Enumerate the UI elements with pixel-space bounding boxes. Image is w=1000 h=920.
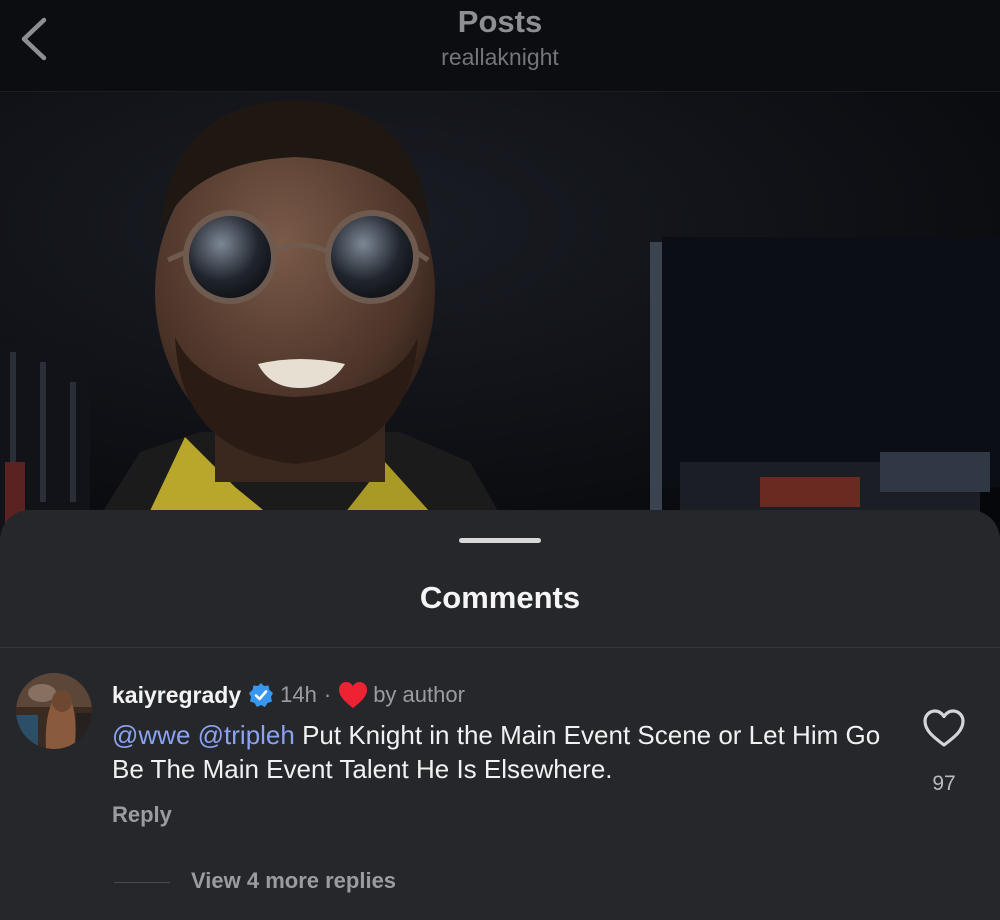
comment-username[interactable]: kaiyregrady <box>112 682 241 709</box>
separator-dot: · <box>323 682 332 707</box>
reply-button[interactable]: Reply <box>112 802 172 828</box>
comments-title: Comments <box>419 580 581 615</box>
liked-by-author-label: by author <box>373 682 465 707</box>
avatar[interactable] <box>16 673 92 749</box>
comments-sheet: Comments kaiyregrady 14h · by author @ww… <box>0 510 1000 920</box>
like-count: 97 <box>932 772 956 795</box>
verified-badge-icon <box>249 683 274 707</box>
account-username[interactable]: reallaknight <box>0 44 1000 71</box>
drag-handle[interactable] <box>459 538 541 543</box>
comment-text: @wwe @tripleh Put Knight in the Main Eve… <box>112 718 892 786</box>
divider <box>0 647 1000 648</box>
comment-time: 14h <box>280 682 317 707</box>
post-image[interactable] <box>0 92 1000 532</box>
top-bar: Posts reallaknight <box>0 0 1000 92</box>
view-more-replies-button[interactable]: View 4 more replies <box>191 868 396 894</box>
page-title: Posts <box>457 4 543 39</box>
heart-outline-icon[interactable] <box>922 708 966 748</box>
heart-filled-icon <box>339 682 368 708</box>
mention-link[interactable]: @wwe <box>112 720 190 750</box>
comment-meta: kaiyregrady 14h · by author <box>112 678 465 712</box>
replies-line <box>114 882 170 883</box>
mention-link[interactable]: @tripleh <box>198 720 295 750</box>
